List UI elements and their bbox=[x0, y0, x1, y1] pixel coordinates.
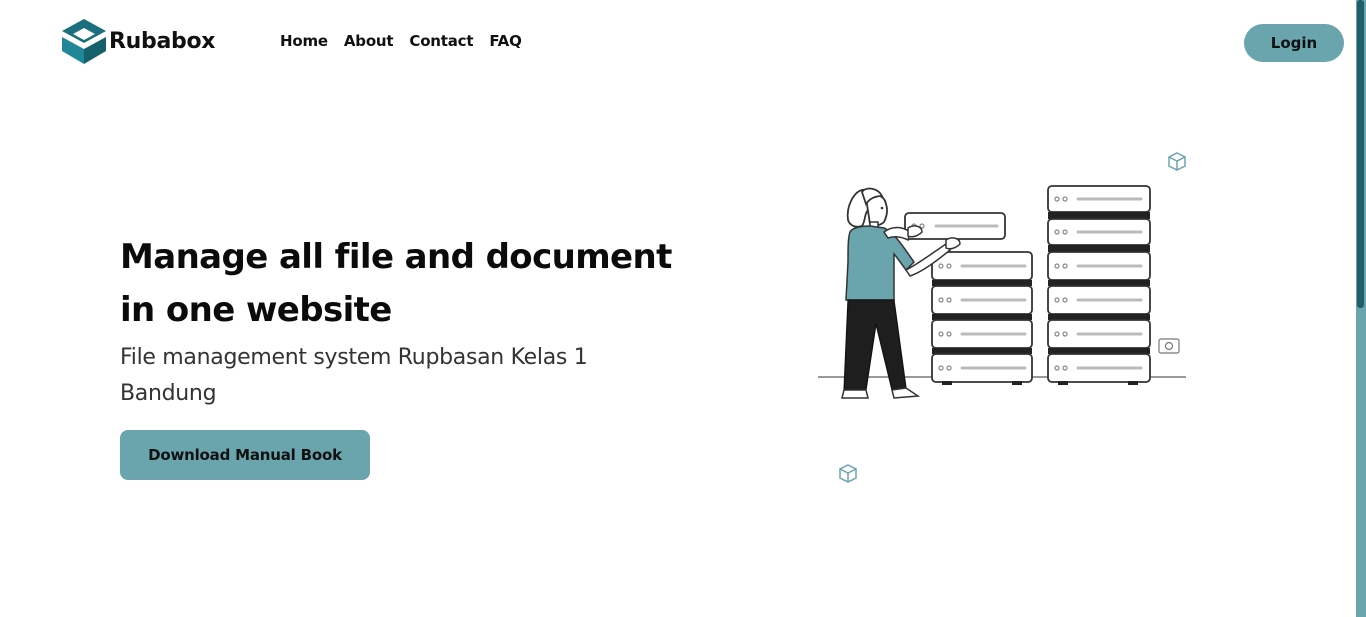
brand-link[interactable]: Rubabox bbox=[62, 18, 215, 64]
nav-about-link[interactable]: About bbox=[344, 32, 394, 50]
nav-home-link[interactable]: Home bbox=[280, 32, 328, 50]
nav-contact-link[interactable]: Contact bbox=[409, 32, 473, 50]
nav-links: Home About Contact FAQ bbox=[280, 32, 522, 50]
hero-subtitle: File management system Rupbasan Kelas 1 … bbox=[120, 345, 588, 406]
scrollbar-thumb[interactable] bbox=[1357, 0, 1364, 308]
cube-icon bbox=[839, 464, 857, 483]
navbar: Rubabox Home About Contact FAQ Login bbox=[0, 0, 1356, 86]
nav-faq-link[interactable]: FAQ bbox=[489, 32, 521, 50]
brand-name: Rubabox bbox=[109, 28, 216, 54]
hero-title: Manage all file and document in one webs… bbox=[120, 237, 672, 330]
box-logo-icon bbox=[62, 18, 108, 64]
login-button[interactable]: Login bbox=[1244, 24, 1344, 62]
download-manual-button[interactable]: Download Manual Book bbox=[120, 430, 370, 480]
cube-icon bbox=[1168, 152, 1186, 171]
server-illustration bbox=[810, 140, 1200, 490]
